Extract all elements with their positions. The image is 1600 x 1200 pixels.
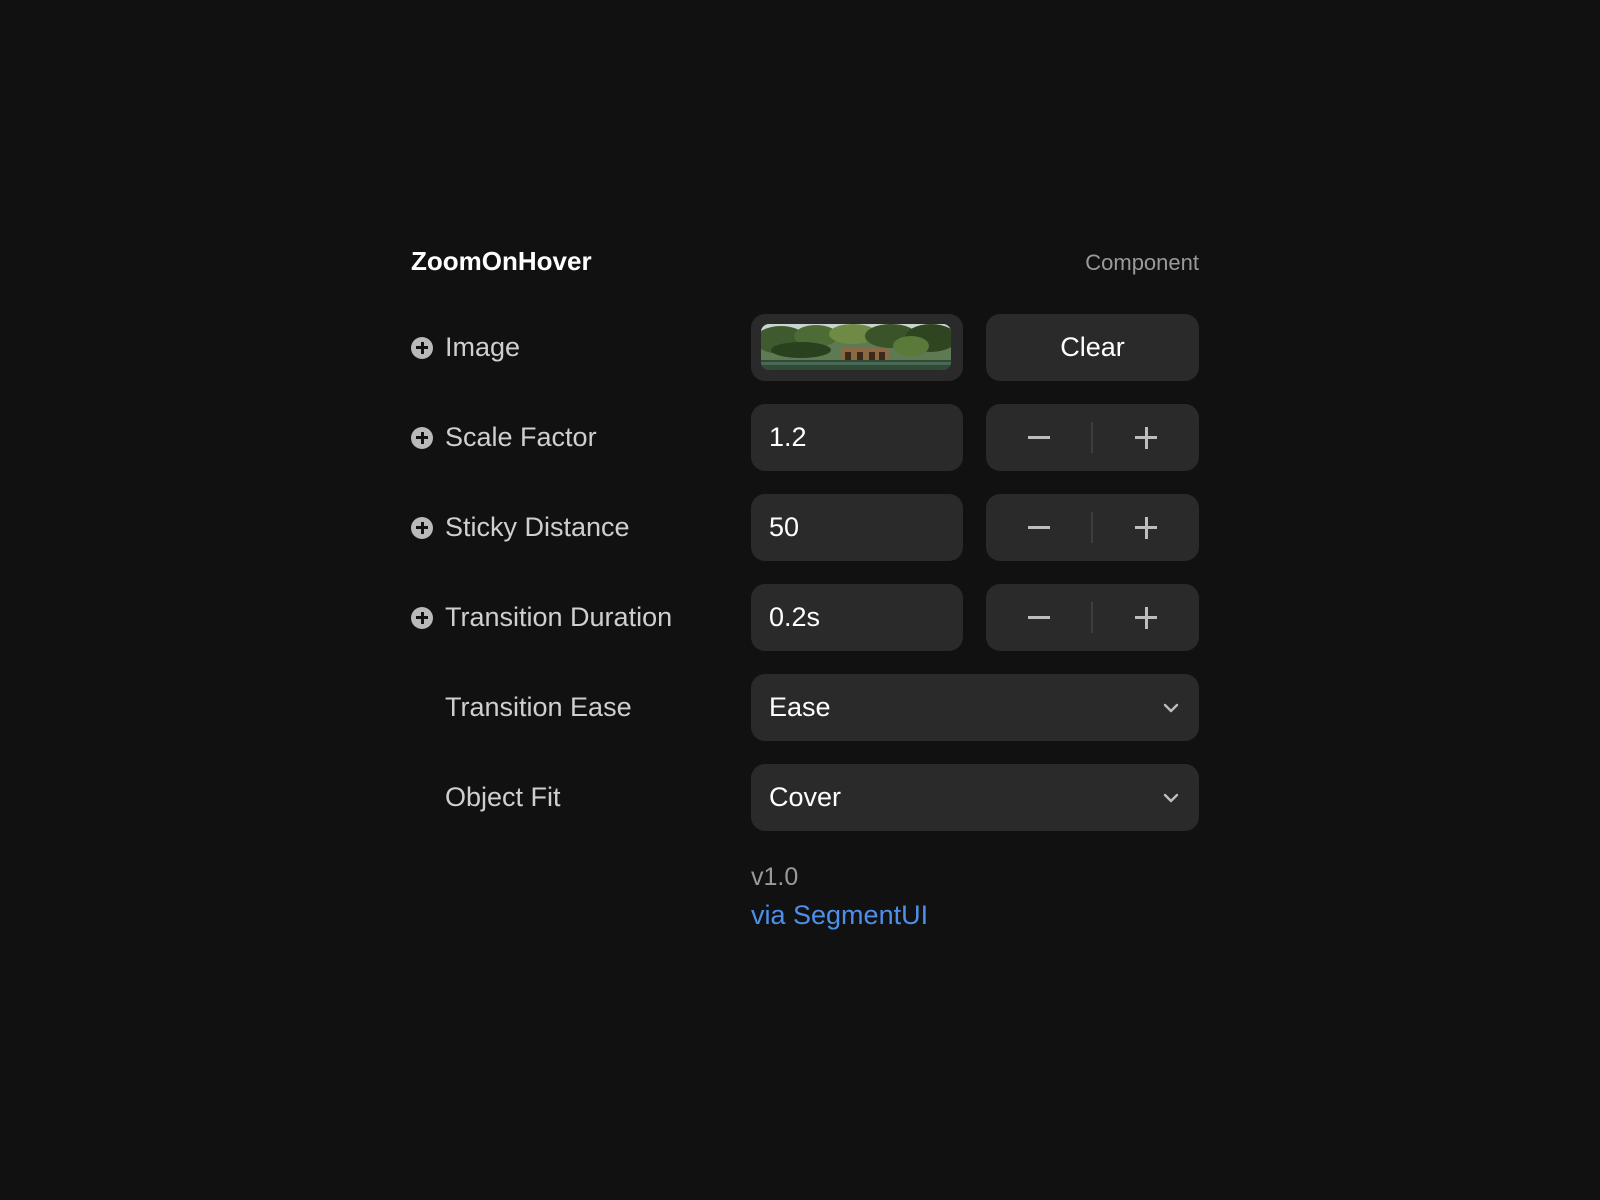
- image-label-group: Image: [411, 314, 520, 381]
- plus-circle-icon[interactable]: [411, 426, 433, 449]
- scale-factor-value: 1.2: [769, 422, 807, 452]
- sticky-distance-value: 50: [769, 512, 800, 542]
- sticky-distance-stepper: [986, 494, 1199, 561]
- transition-duration-label: Transition Duration: [445, 602, 673, 632]
- minus-icon: [1028, 616, 1050, 619]
- transition-duration-row: Transition Duration 0.2s: [411, 584, 1199, 651]
- image-thumbnail: [761, 324, 951, 370]
- minus-icon: [1028, 436, 1050, 439]
- image-thumbnail-picture: [761, 324, 951, 370]
- transition-duration-increment-button[interactable]: [1093, 584, 1199, 651]
- transition-ease-label-group: Transition Ease: [411, 674, 632, 741]
- panel-footer: v1.0 via SegmentUI: [751, 860, 928, 936]
- plus-icon: [1144, 426, 1148, 449]
- transition-duration-decrement-button[interactable]: [986, 584, 1092, 651]
- component-kind-label: Component: [1085, 250, 1199, 275]
- scale-factor-label-group: Scale Factor: [411, 404, 597, 471]
- object-fit-label-group: Object Fit: [411, 764, 561, 831]
- plus-icon: [1144, 516, 1148, 539]
- clear-image-button[interactable]: Clear: [986, 314, 1199, 381]
- transition-ease-select[interactable]: Ease: [751, 674, 1199, 741]
- sticky-distance-decrement-button[interactable]: [986, 494, 1092, 561]
- panel-header: ZoomOnHover Component: [411, 240, 1199, 284]
- transition-duration-label-group: Transition Duration: [411, 584, 672, 651]
- image-property-row: Image Clear: [411, 314, 1199, 381]
- object-fit-select[interactable]: Cover: [751, 764, 1199, 831]
- plus-circle-icon[interactable]: [411, 606, 433, 629]
- transition-ease-row: Transition Ease Ease: [411, 674, 1199, 741]
- scale-factor-input[interactable]: 1.2: [751, 404, 963, 471]
- minus-icon: [1028, 526, 1050, 529]
- sticky-distance-input[interactable]: 50: [751, 494, 963, 561]
- scale-factor-stepper: [986, 404, 1199, 471]
- sticky-distance-increment-button[interactable]: [1093, 494, 1199, 561]
- plus-circle-icon[interactable]: [411, 516, 433, 539]
- version-label: v1.0: [751, 863, 799, 891]
- scale-factor-row: Scale Factor 1.2: [411, 404, 1199, 471]
- property-panel: ZoomOnHover Component Image Clear Scale …: [411, 240, 1199, 930]
- plus-icon: [1144, 606, 1148, 629]
- image-label: Image: [445, 332, 521, 362]
- transition-ease-value: Ease: [769, 692, 831, 722]
- plus-circle-icon[interactable]: [411, 336, 433, 359]
- transition-duration-stepper: [986, 584, 1199, 651]
- sticky-distance-row: Sticky Distance 50: [411, 494, 1199, 561]
- object-fit-row: Object Fit Cover: [411, 764, 1199, 831]
- sticky-distance-label: Sticky Distance: [445, 512, 630, 542]
- image-picker[interactable]: [751, 314, 963, 381]
- chevron-down-icon: [1163, 703, 1179, 713]
- object-fit-value: Cover: [769, 782, 842, 812]
- segmentui-link[interactable]: via SegmentUI: [751, 900, 928, 930]
- scale-factor-increment-button[interactable]: [1093, 404, 1199, 471]
- transition-duration-value: 0.2s: [769, 602, 821, 632]
- transition-duration-input[interactable]: 0.2s: [751, 584, 963, 651]
- sticky-distance-label-group: Sticky Distance: [411, 494, 630, 561]
- chevron-down-icon: [1163, 793, 1179, 803]
- scale-factor-decrement-button[interactable]: [986, 404, 1092, 471]
- scale-factor-label: Scale Factor: [445, 422, 597, 452]
- transition-ease-label: Transition Ease: [445, 692, 632, 722]
- object-fit-label: Object Fit: [445, 782, 561, 812]
- component-title: ZoomOnHover: [411, 246, 592, 276]
